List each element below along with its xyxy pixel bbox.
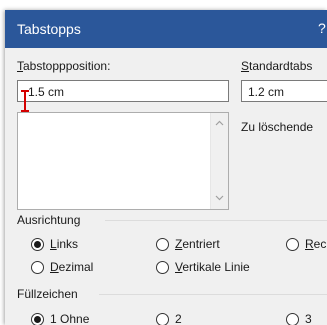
leader-none-radio[interactable] [31, 313, 44, 325]
default-tabs-value: 1.2 cm [248, 85, 285, 99]
leader-group-divider [99, 294, 327, 295]
leader-dots-label[interactable]: 2 [175, 312, 182, 325]
leader-none-label[interactable]: 1 Ohne [50, 312, 89, 325]
align-left-text: inks [56, 237, 79, 251]
align-right-text: ec [313, 237, 327, 251]
align-center-radio[interactable] [156, 238, 169, 251]
tabstop-list-scrollbar[interactable] [210, 113, 228, 209]
default-tabs-label: Standardtabs [241, 59, 312, 73]
tabstop-position-label: Tabstoppposition: [17, 59, 110, 73]
tabstop-list[interactable] [17, 112, 229, 210]
leader-group-label: Füllzeichen [17, 287, 78, 301]
alignment-group-label: Ausrichtung [17, 213, 81, 227]
leader-dashes-radio[interactable] [286, 313, 299, 325]
align-decimal-radio[interactable] [31, 261, 44, 274]
default-tabs-input[interactable]: 1.2 cm [241, 80, 327, 102]
to-clear-label: Zu löschende [241, 120, 314, 134]
align-bar-label[interactable]: Vertikale Linie [175, 260, 250, 274]
scroll-up-icon[interactable] [215, 119, 224, 128]
dialog-title: Tabstopps [17, 21, 81, 37]
align-bar-radio[interactable] [156, 261, 169, 274]
dialog-titlebar: Tabstopps ? [5, 10, 327, 48]
align-left-accesskey: L [50, 237, 57, 251]
alignment-group-divider [105, 220, 327, 221]
tabstop-position-label-text: abstoppposition: [23, 59, 111, 73]
default-tabs-label-text: tandardtabs [249, 59, 313, 73]
align-decimal-label[interactable]: Dezimal [50, 260, 93, 274]
align-decimal-accesskey: D [50, 260, 59, 274]
text-cursor-icon [21, 90, 29, 112]
tabstop-position-input[interactable]: 1.5 cm [17, 80, 229, 102]
tabstop-position-value: 1.5 cm [28, 85, 65, 99]
align-bar-text: ertikale Linie [182, 260, 250, 274]
help-button[interactable]: ? [318, 20, 326, 36]
leader-dashes-label[interactable]: 3 [305, 312, 312, 325]
align-left-label[interactable]: Links [50, 237, 78, 251]
scroll-down-icon[interactable] [215, 193, 224, 202]
align-decimal-text: ezimal [58, 260, 94, 274]
align-center-text: entriert [182, 237, 220, 251]
align-center-label[interactable]: Zentriert [175, 237, 220, 251]
leader-dots-radio[interactable] [156, 313, 169, 325]
align-left-radio[interactable] [31, 238, 44, 251]
tabstops-dialog: Tabstopps ? Tabstoppposition: 1.5 cm Sta… [5, 10, 327, 325]
align-right-radio[interactable] [286, 238, 299, 251]
default-tabs-label-accesskey: S [241, 59, 250, 73]
align-right-accesskey: R [305, 237, 314, 251]
align-right-label[interactable]: Rec [305, 237, 326, 251]
